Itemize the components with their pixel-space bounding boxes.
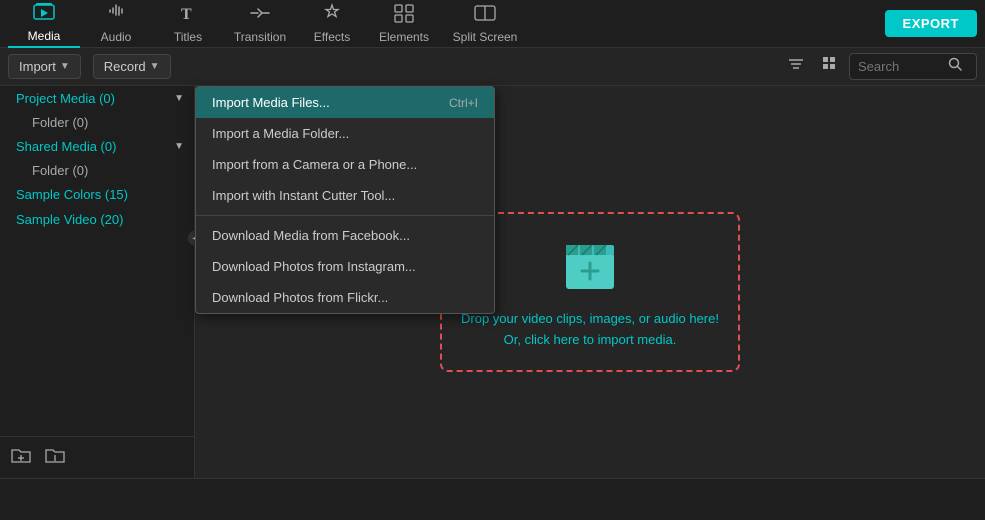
- import-media-files-label: Import Media Files...: [212, 95, 330, 110]
- import-camera-item[interactable]: Import from a Camera or a Phone...: [196, 149, 494, 180]
- sidebar-folder-0-label: Folder (0): [32, 115, 88, 130]
- sidebar-item-sample-colors[interactable]: Sample Colors (15): [0, 182, 194, 207]
- nav-media[interactable]: Media: [8, 0, 80, 48]
- sidebar-sample-colors-label: Sample Colors (15): [16, 187, 128, 202]
- nav-audio-label: Audio: [101, 30, 132, 44]
- grid-icon[interactable]: [815, 55, 845, 78]
- download-facebook-label: Download Media from Facebook...: [212, 228, 410, 243]
- nav-splitscreen[interactable]: Split Screen: [440, 0, 530, 48]
- sidebar-folder-1-label: Folder (0): [32, 163, 88, 178]
- import-media-folder-label: Import a Media Folder...: [212, 126, 349, 141]
- nav-audio[interactable]: Audio: [80, 0, 152, 48]
- audio-icon: [106, 3, 126, 28]
- download-instagram-item[interactable]: Download Photos from Instagram...: [196, 251, 494, 282]
- main-area: Project Media (0) ▼ Folder (0) Shared Me…: [0, 86, 985, 478]
- sidebar: Project Media (0) ▼ Folder (0) Shared Me…: [0, 86, 195, 478]
- nav-splitscreen-label: Split Screen: [453, 30, 518, 44]
- drop-zone-line2: Or, click here to import media.: [461, 330, 719, 351]
- chevron-down-icon: ▼: [174, 93, 184, 104]
- sidebar-item-folder-1[interactable]: Folder (0): [0, 159, 194, 182]
- bottom-bar: [0, 478, 985, 520]
- import-chevron-icon: ▼: [60, 61, 70, 72]
- sidebar-bottom-bar: [0, 436, 194, 478]
- effects-icon: [321, 3, 343, 28]
- content-area: Import Media Files... Ctrl+I Import a Me…: [195, 86, 985, 478]
- nav-effects[interactable]: Effects: [296, 0, 368, 48]
- sidebar-shared-media-label: Shared Media (0): [16, 139, 116, 154]
- download-flickr-label: Download Photos from Flickr...: [212, 290, 388, 305]
- download-facebook-item[interactable]: Download Media from Facebook...: [196, 220, 494, 251]
- nav-media-label: Media: [28, 29, 61, 43]
- titles-icon: T: [178, 3, 198, 28]
- record-label: Record: [104, 59, 146, 74]
- search-icon[interactable]: [942, 57, 968, 76]
- toolbar-row: Import ▼ Record ▼: [0, 48, 985, 86]
- download-instagram-label: Download Photos from Instagram...: [212, 259, 416, 274]
- nav-elements[interactable]: Elements: [368, 0, 440, 48]
- import-cutter-label: Import with Instant Cutter Tool...: [212, 188, 395, 203]
- filter-icon[interactable]: [781, 55, 811, 78]
- media-icon: [33, 2, 55, 27]
- search-box: [849, 53, 977, 80]
- import-cutter-item[interactable]: Import with Instant Cutter Tool...: [196, 180, 494, 211]
- nav-transition-label: Transition: [234, 30, 286, 44]
- splitscreen-icon: [474, 3, 496, 28]
- add-file-button[interactable]: [44, 445, 66, 470]
- elements-icon: [393, 3, 415, 28]
- drop-zone-text: Drop your video clips, images, or audio …: [461, 309, 719, 351]
- import-camera-label: Import from a Camera or a Phone...: [212, 157, 417, 172]
- chevron-down-2-icon: ▼: [174, 141, 184, 152]
- download-flickr-item[interactable]: Download Photos from Flickr...: [196, 282, 494, 313]
- nav-titles-label: Titles: [174, 30, 202, 44]
- sidebar-item-sample-video[interactable]: Sample Video (20): [0, 207, 194, 232]
- sidebar-sample-video-label: Sample Video (20): [16, 212, 123, 227]
- record-chevron-icon: ▼: [150, 61, 160, 72]
- sidebar-item-project-media[interactable]: Project Media (0) ▼: [0, 86, 194, 111]
- sidebar-item-shared-media[interactable]: Shared Media (0) ▼: [0, 134, 194, 159]
- add-folder-button[interactable]: [10, 445, 32, 470]
- nav-elements-label: Elements: [379, 30, 429, 44]
- record-button[interactable]: Record ▼: [93, 54, 171, 79]
- search-input[interactable]: [858, 59, 938, 74]
- transition-icon: [249, 3, 271, 28]
- import-dropdown-menu: Import Media Files... Ctrl+I Import a Me…: [195, 86, 495, 314]
- nav-titles[interactable]: T Titles: [152, 0, 224, 48]
- sidebar-project-media-label: Project Media (0): [16, 91, 115, 106]
- sidebar-item-folder-0[interactable]: Folder (0): [0, 111, 194, 134]
- import-label: Import: [19, 59, 56, 74]
- import-media-files-item[interactable]: Import Media Files... Ctrl+I: [196, 87, 494, 118]
- drop-zone-line1: Drop your video clips, images, or audio …: [461, 309, 719, 330]
- export-button[interactable]: EXPORT: [885, 10, 977, 37]
- sidebar-content: Project Media (0) ▼ Folder (0) Shared Me…: [0, 86, 194, 436]
- svg-text:T: T: [181, 6, 192, 23]
- nav-transition[interactable]: Transition: [224, 0, 296, 48]
- top-nav: Media Audio T Titles Transition: [0, 0, 985, 48]
- nav-effects-label: Effects: [314, 30, 350, 44]
- import-button[interactable]: Import ▼: [8, 54, 81, 79]
- import-media-shortcut: Ctrl+I: [449, 96, 478, 110]
- import-media-folder-item[interactable]: Import a Media Folder...: [196, 118, 494, 149]
- clapperboard-icon: [558, 233, 622, 297]
- dropdown-divider: [196, 215, 494, 216]
